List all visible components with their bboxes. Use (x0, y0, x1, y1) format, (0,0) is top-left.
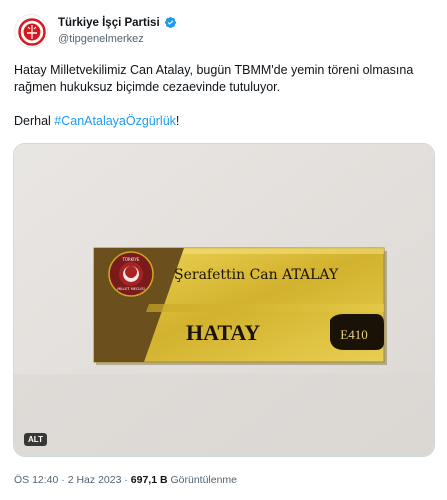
author-display-name[interactable]: Türkiye İşçi Partisi (58, 17, 160, 29)
tip-logo-icon (16, 16, 47, 47)
meta-separator: · (61, 474, 65, 486)
avatar[interactable] (14, 14, 48, 48)
verified-badge-icon (164, 16, 176, 29)
tweet-paragraph-2: Derhal #CanAtalayaÖzgürlük! (14, 113, 434, 130)
tweet-time[interactable]: ÖS 12:40 (14, 474, 58, 486)
svg-text:MİLLET MECLİSİ: MİLLET MECLİSİ (117, 286, 144, 291)
tweet-text: Hatay Milletvekilimiz Can Atalay, bugün … (14, 62, 434, 130)
tweet-text-suffix: ! (175, 114, 180, 128)
plate-room-text: E410 (340, 327, 367, 342)
views-count[interactable]: 697,1 B (131, 474, 168, 486)
tweet-date[interactable]: 2 Haz 2023 (68, 474, 122, 486)
svg-text:TÜRKİYE: TÜRKİYE (122, 257, 140, 262)
author-handle[interactable]: @tipgenelmerkez (58, 33, 144, 45)
plate-city-text: HATAY (186, 320, 260, 345)
tweet-header: Türkiye İşçi Partisi @tipgenelmerkez (14, 14, 434, 50)
tweet-meta: ÖS 12:40 · 2 Haz 2023 · 697,1 B Görüntül… (14, 474, 237, 486)
photo-nameplate: TÜRKİYE MİLLET MECLİSİ Şerafettin Can AT… (14, 144, 434, 456)
alt-text-badge[interactable]: ALT (24, 433, 47, 446)
tweet-media-photo[interactable]: TÜRKİYE MİLLET MECLİSİ Şerafettin Can AT… (13, 143, 435, 457)
tweet-text-prefix: Derhal (14, 114, 55, 128)
views-label: Görüntülenme (170, 474, 238, 486)
author-name-row[interactable]: Türkiye İşçi Partisi (58, 16, 177, 29)
tweet-paragraph-1: Hatay Milletvekilimiz Can Atalay, bugün … (14, 63, 414, 94)
hashtag-link[interactable]: #CanAtalayaÖzgürlük (54, 114, 176, 128)
meta-separator-2: · (124, 474, 128, 486)
plate-name-text: Şerafettin Can ATALAY (174, 267, 339, 283)
